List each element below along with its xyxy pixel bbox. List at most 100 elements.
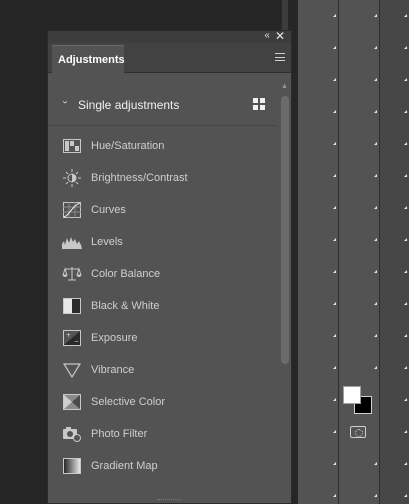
adjustment-item-brightness-contrast[interactable]: Brightness/Contrast [62, 162, 271, 194]
adjustment-label: Photo Filter [91, 428, 148, 440]
hue-saturation-icon [62, 137, 82, 155]
flyout-marker [404, 174, 407, 177]
levels-icon [62, 233, 82, 251]
flyout-marker [374, 494, 377, 497]
adjustment-label: Selective Color [91, 396, 165, 408]
adjustment-item-exposure[interactable]: + − Exposure [62, 322, 271, 354]
foreground-color-swatch[interactable] [343, 386, 361, 404]
flyout-marker [404, 302, 407, 305]
flyout-marker [404, 398, 407, 401]
flyout-marker [374, 14, 377, 17]
flyout-marker [333, 142, 336, 145]
close-panel-icon[interactable]: ✕ [275, 29, 285, 43]
adjustment-item-photo-filter[interactable]: Photo Filter [62, 418, 271, 450]
flyout-marker [333, 334, 336, 337]
single-adjustments-header[interactable]: › Single adjustments [48, 94, 277, 116]
adjustment-item-black-white[interactable]: Black & White [62, 290, 271, 322]
vibrance-icon [62, 361, 82, 379]
resize-grip[interactable] [158, 499, 180, 501]
flyout-marker [404, 142, 407, 145]
panel-menu-icon[interactable] [275, 53, 285, 61]
adjustment-label: Levels [91, 236, 123, 248]
flyout-marker [374, 270, 377, 273]
dock-column-edge [380, 0, 409, 504]
flyout-marker [333, 238, 336, 241]
flyout-marker [374, 206, 377, 209]
flyout-marker [374, 334, 377, 337]
flyout-marker [333, 14, 336, 17]
tab-adjustments[interactable]: Adjustments [52, 45, 125, 73]
curves-icon [62, 201, 82, 219]
adjustment-item-hue-saturation[interactable]: Hue/Saturation [62, 130, 271, 162]
panel-tab-bar: Adjustments [48, 43, 291, 73]
tab-label: Adjustments [58, 53, 125, 66]
scrollbar[interactable]: ▴ [280, 82, 289, 497]
adjustment-item-vibrance[interactable]: Vibrance [62, 354, 271, 386]
adjustment-item-levels[interactable]: Levels [62, 226, 271, 258]
flyout-marker [333, 494, 336, 497]
brightness-contrast-icon [62, 169, 82, 187]
adjustment-label: Gradient Map [91, 460, 158, 472]
collapse-panel-icon[interactable]: ‹‹ [264, 30, 270, 41]
scroll-thumb[interactable] [281, 96, 289, 364]
flyout-marker [374, 142, 377, 145]
flyout-marker [333, 174, 336, 177]
color-balance-icon [62, 265, 82, 283]
photo-filter-icon [62, 425, 82, 443]
divider [48, 125, 277, 126]
adjustment-item-gradient-map[interactable]: Gradient Map [62, 450, 271, 482]
workspace: ‹‹ ✕ Adjustments › Single adjustments Hu… [0, 0, 409, 504]
svg-text:−: − [74, 338, 79, 345]
exposure-icon: + − [62, 329, 82, 347]
panel-body: › Single adjustments Hue/Saturation Brigh… [48, 74, 291, 503]
adjustment-label: Black & White [91, 300, 160, 312]
flyout-marker [404, 110, 407, 113]
adjustment-label: Color Balance [91, 268, 161, 280]
flyout-marker [333, 206, 336, 209]
flyout-marker [333, 110, 336, 113]
flyout-marker [404, 334, 407, 337]
flyout-marker [333, 398, 336, 401]
panel-title-bar[interactable]: ‹‹ ✕ [48, 29, 291, 43]
scroll-up-icon[interactable]: ▴ [280, 82, 289, 90]
adjustment-label: Vibrance [91, 364, 135, 376]
adjustment-label: Brightness/Contrast [91, 172, 188, 184]
adjustment-item-selective-color[interactable]: Selective Color [62, 386, 271, 418]
flyout-marker [374, 174, 377, 177]
dock-column-tools [298, 0, 338, 504]
flyout-marker [374, 366, 377, 369]
flyout-marker [404, 46, 407, 49]
flyout-marker [404, 78, 407, 81]
flyout-marker [333, 430, 336, 433]
section-title: Single adjustments [78, 98, 180, 112]
flyout-marker [374, 462, 377, 465]
flyout-marker [333, 46, 336, 49]
adjustment-label: Hue/Saturation [91, 140, 165, 152]
adjustments-panel: ‹‹ ✕ Adjustments › Single adjustments Hu… [47, 29, 292, 504]
flyout-marker [404, 366, 407, 369]
gradient-map-icon [62, 457, 82, 475]
flyout-marker [374, 302, 377, 305]
flyout-marker [374, 78, 377, 81]
flyout-marker [333, 366, 336, 369]
flyout-marker [404, 462, 407, 465]
flyout-marker [333, 78, 336, 81]
flyout-marker [404, 270, 407, 273]
svg-text:+: + [66, 332, 71, 339]
adjustment-item-color-balance[interactable]: Color Balance [62, 258, 271, 290]
grid-view-icon[interactable] [253, 98, 265, 110]
chevron-down-icon[interactable]: › [60, 100, 71, 110]
adjustment-label: Curves [91, 204, 126, 216]
adjustment-item-curves[interactable]: Curves [62, 194, 271, 226]
flyout-marker [404, 206, 407, 209]
black-white-icon [62, 297, 82, 315]
flyout-marker [404, 238, 407, 241]
flyout-marker [404, 14, 407, 17]
quick-mask-icon[interactable] [350, 426, 366, 438]
adjustment-list: Hue/Saturation Brightness/Contrast Curves L… [62, 130, 271, 482]
adjustment-label: Exposure [91, 332, 138, 344]
selective-color-icon [62, 393, 82, 411]
flyout-marker [374, 110, 377, 113]
flyout-marker [333, 302, 336, 305]
flyout-marker [333, 270, 336, 273]
